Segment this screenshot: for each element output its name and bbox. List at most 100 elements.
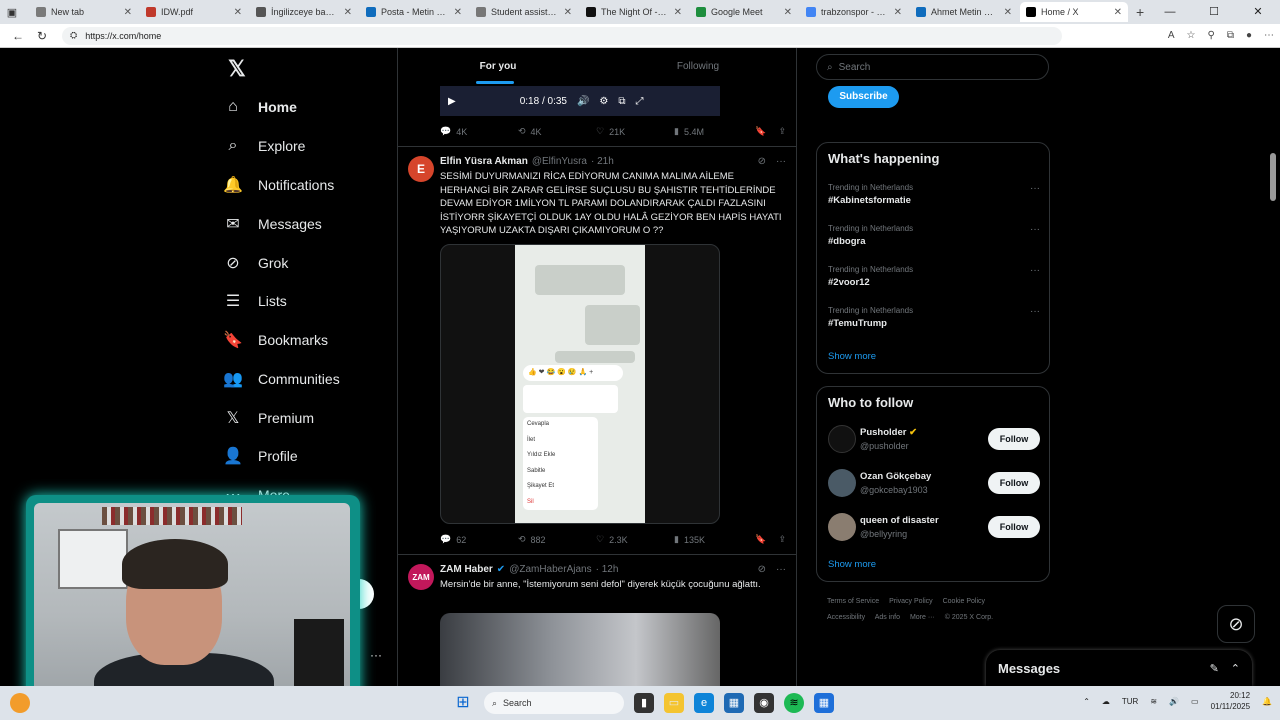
show-more-link[interactable]: Show more [828, 559, 876, 570]
browser-tab[interactable]: IDW.pdf ✕ [140, 2, 248, 22]
play-icon[interactable]: ▶ [448, 96, 456, 107]
avatar[interactable] [828, 513, 856, 541]
views-button[interactable]: ▮ 135K [674, 534, 752, 545]
task-view-icon[interactable]: ▮ [634, 693, 654, 713]
nav-item-home[interactable]: ⌂ Home [222, 92, 297, 122]
edge-icon[interactable]: e [694, 693, 714, 713]
show-more-link[interactable]: Show more [828, 351, 876, 362]
search-input[interactable]: ⌕ Search [816, 54, 1049, 80]
onedrive-icon[interactable]: ☁ [1102, 697, 1110, 706]
close-icon[interactable]: ✕ [124, 7, 132, 18]
obs-icon[interactable]: ◉ [754, 693, 774, 713]
extensions-icon[interactable]: ⚲ [1207, 30, 1214, 41]
new-tab-icon[interactable]: + [1136, 4, 1144, 20]
profile-avatar-icon[interactable]: ● [1246, 30, 1252, 41]
read-aloud-icon[interactable]: A [1168, 30, 1175, 41]
messages-drawer[interactable]: Messages ✎ ⌃ [986, 650, 1252, 686]
close-icon[interactable]: ✕ [674, 7, 682, 18]
scrollbar-thumb[interactable] [1270, 153, 1276, 201]
footer-link[interactable]: Ads info [875, 614, 900, 621]
avatar[interactable] [828, 469, 856, 497]
account-more-icon[interactable]: ··· [370, 648, 382, 662]
repost-button[interactable]: ⟲ 882 [518, 534, 596, 545]
clock[interactable]: 20:12 01/11/2025 [1211, 690, 1250, 712]
share-icon[interactable]: ⇪ [778, 534, 786, 545]
browser-tab[interactable]: trabzonspor - Goog ✕ [800, 2, 908, 22]
tweet-time[interactable]: · 12h [596, 564, 619, 575]
like-button[interactable]: ♡ 2.3K [596, 534, 674, 545]
url-field[interactable]: ⛭ https://x.com/home [62, 26, 1062, 45]
repost-button[interactable]: ⟲ 4K [518, 126, 596, 137]
tweet-media[interactable] [440, 613, 720, 686]
back-icon[interactable]: ← [6, 29, 30, 43]
file-explorer-icon[interactable]: ▭ [664, 693, 684, 713]
nav-item-bookmarks[interactable]: 🔖 Bookmarks [222, 325, 328, 355]
browser-tab[interactable]: İngilizceye başvuru ✕ [250, 2, 358, 22]
site-info-icon[interactable]: ⛭ [70, 30, 77, 41]
avatar[interactable]: E [408, 156, 434, 182]
nav-item-profile[interactable]: 👤 Profile [222, 441, 298, 471]
volume-icon[interactable]: 🔊 [577, 96, 589, 107]
footer-link[interactable]: More ··· [910, 614, 935, 621]
browser-tab[interactable]: Posta - Metin Özde ✕ [360, 2, 468, 22]
nav-item-messages[interactable]: ✉ Messages [222, 209, 322, 239]
trend-item[interactable]: Trending in Netherlands #Kabinetsformatie… [828, 183, 1040, 206]
footer-link[interactable]: Terms of Service [827, 598, 879, 605]
x-logo-icon[interactable]: 𝕏 [228, 56, 246, 82]
window-menu-icon[interactable]: ▣ [4, 4, 20, 20]
tweet-media[interactable]: 👍 ❤ 😂 😮 😢 🙏 + Cevapla İlet Yıldız Ekle S… [440, 244, 720, 524]
browser-tab[interactable]: Student assistent ✕ [470, 2, 578, 22]
compose-message-icon[interactable]: ✎ [1210, 662, 1219, 675]
wifi-icon[interactable]: ≋ [1150, 697, 1157, 706]
nav-item-lists[interactable]: ☰ Lists [222, 286, 287, 316]
pip-icon[interactable]: ⧉ [618, 96, 625, 107]
follow-suggestion[interactable]: Ozan Gökçebay @gokcebay1903 Follow [828, 469, 1040, 499]
browser-tab[interactable]: Google Meet ✕ [690, 2, 798, 22]
browser-tab[interactable]: New tab ✕ [30, 2, 138, 22]
bookmark-icon[interactable]: 🔖 [755, 534, 766, 545]
chevron-up-icon[interactable]: ⌃ [1083, 697, 1090, 706]
refresh-icon[interactable]: ↻ [30, 29, 54, 43]
nav-item-grok[interactable]: ⊘ Grok [222, 248, 288, 278]
minimize-icon[interactable]: — [1148, 0, 1192, 24]
more-icon[interactable]: ··· [1030, 183, 1040, 194]
language-indicator[interactable]: TUR [1122, 697, 1138, 706]
footer-link[interactable]: Accessibility [827, 614, 865, 621]
footer-link[interactable]: Privacy Policy [889, 598, 933, 605]
reply-button[interactable]: 💬 4K [440, 126, 518, 137]
trend-item[interactable]: Trending in Netherlands #TemuTrump ··· [828, 306, 1040, 329]
taskbar-search[interactable]: ⌕ Search [484, 692, 624, 714]
close-icon[interactable]: ✕ [894, 7, 902, 18]
trend-item[interactable]: Trending in Netherlands #2voor12 ··· [828, 265, 1040, 288]
close-icon[interactable]: ✕ [564, 7, 572, 18]
bookmark-icon[interactable]: 🔖 [755, 126, 766, 137]
close-icon[interactable]: ✕ [1004, 7, 1012, 18]
tab-following[interactable]: Following [598, 48, 796, 86]
author-handle[interactable]: @ElfinYusra [532, 156, 587, 167]
close-icon[interactable]: ✕ [1114, 7, 1122, 18]
browser-tab[interactable]: The Night Of - HBO ✕ [580, 2, 688, 22]
follow-button[interactable]: Follow [988, 472, 1040, 494]
close-icon[interactable]: ✕ [454, 7, 462, 18]
weather-icon[interactable] [10, 693, 30, 713]
store-icon[interactable]: ▦ [724, 693, 744, 713]
browser-tab[interactable]: Ahmet Metin Özde ✕ [910, 2, 1018, 22]
follow-suggestion[interactable]: queen of disaster @bellyyring Follow [828, 513, 1040, 543]
tweet-time[interactable]: · 21h [591, 156, 614, 167]
nav-item-communities[interactable]: 👥 Communities [222, 364, 340, 394]
windows-start-icon[interactable]: ⊞ [452, 692, 474, 714]
more-icon[interactable]: ··· [776, 156, 786, 167]
like-button[interactable]: ♡ 21K [596, 126, 674, 137]
close-icon[interactable]: ✕ [784, 7, 792, 18]
trend-item[interactable]: Trending in Netherlands #dbogra ··· [828, 224, 1040, 247]
window-close-icon[interactable]: ✕ [1236, 0, 1280, 24]
footer-link[interactable]: Cookie Policy [943, 598, 985, 605]
more-icon[interactable]: ··· [776, 564, 786, 575]
settings-more-icon[interactable]: ⋯ [1264, 30, 1274, 41]
nav-item-explore[interactable]: ⌕ Explore [222, 131, 306, 161]
collections-icon[interactable]: ⧉ [1227, 30, 1234, 41]
reply-button[interactable]: 💬 62 [440, 534, 518, 545]
close-icon[interactable]: ✕ [344, 7, 352, 18]
chevron-up-icon[interactable]: ⌃ [1231, 662, 1240, 675]
share-icon[interactable]: ⇪ [778, 126, 786, 137]
